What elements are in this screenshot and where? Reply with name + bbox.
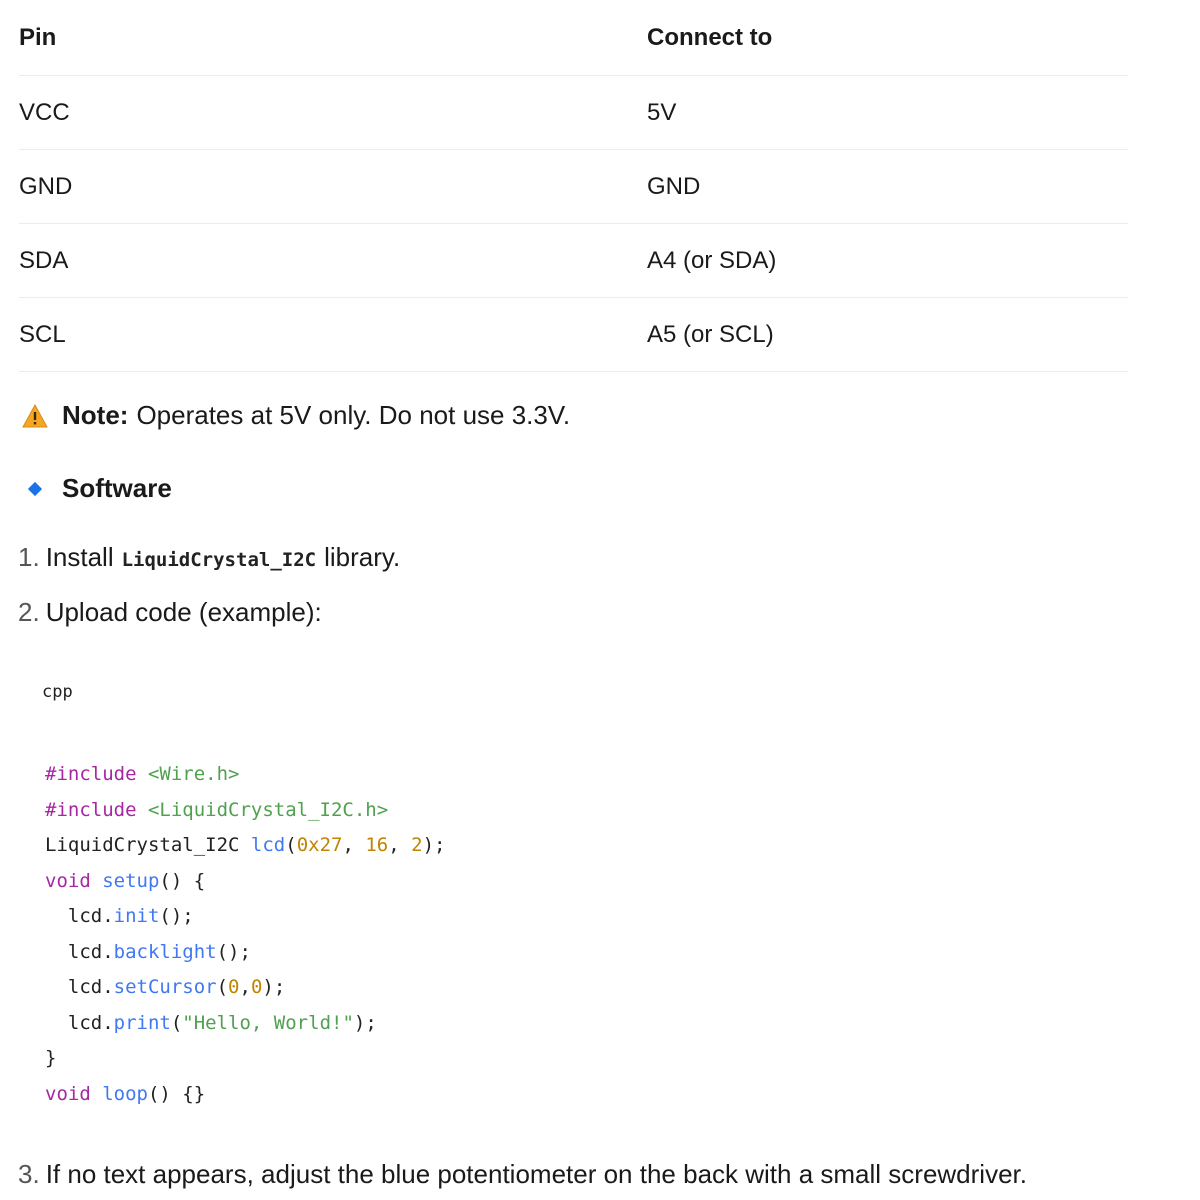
code-token: ,	[388, 834, 412, 856]
code-line: void loop() {}	[45, 1077, 445, 1113]
pin-cell: VCC	[19, 75, 647, 150]
step-text: Upload code (example):	[45, 597, 322, 627]
pin-cell: SCL	[19, 297, 647, 372]
code-lines: #include <Wire.h> #include <LiquidCrystal…	[45, 757, 445, 1112]
note-label: Note:	[62, 400, 129, 430]
code-token: <Wire.h>	[147, 763, 240, 785]
code-token: 0x27	[296, 834, 343, 856]
code-token: );	[262, 976, 286, 998]
code-token: ();	[159, 905, 194, 927]
code-line: lcd.print("Hello, World!");	[45, 1006, 445, 1042]
code-line: lcd.backlight();	[45, 935, 445, 971]
code-line: lcd.setCursor(0,0);	[45, 970, 445, 1006]
table-row: SDA A4 (or SDA)	[19, 223, 1128, 298]
code-token: lcd.	[45, 940, 114, 963]
code-token: loop	[102, 1082, 148, 1105]
code-line: LiquidCrystal_I2C lcd(0x27, 16, 2);	[45, 828, 445, 864]
code-token: LiquidCrystal_I2C	[45, 834, 251, 856]
code-token: );	[353, 1011, 377, 1034]
note-text: Operates at 5V only. Do not use 3.3V.	[136, 400, 571, 430]
code-token: () {}	[147, 1082, 206, 1105]
step-text: Install	[45, 542, 114, 572]
code-token: backlight	[113, 940, 217, 963]
code-token: 0	[228, 976, 240, 998]
code-token: #include	[45, 763, 148, 785]
code-language-label: cpp	[42, 682, 73, 702]
step-2: 2. Upload code (example):	[18, 597, 322, 628]
warning-icon	[22, 403, 48, 427]
table-row: VCC 5V	[19, 75, 1128, 150]
code-line: #include <Wire.h>	[45, 757, 445, 793]
section-heading-software: Software	[27, 473, 172, 504]
code-token: (	[216, 976, 229, 998]
code-token: ,	[239, 976, 251, 998]
pin-cell: GND	[19, 149, 647, 224]
code-block: cpp #include <Wire.h> #include <LiquidCry…	[18, 660, 1128, 1110]
code-token: lcd.	[45, 1011, 114, 1034]
step-text: If no text appears, adjust the blue pote…	[45, 1159, 1027, 1189]
code-token: void	[45, 869, 103, 892]
code-token: lcd	[250, 834, 286, 856]
step-number: 3.	[18, 1159, 40, 1189]
pin-table-header-row: Pin Connect to	[19, 0, 1128, 76]
pin-table-header-connect-to: Connect to	[647, 0, 1128, 76]
code-token: );	[422, 834, 446, 856]
connect-cell: A5 (or SCL)	[647, 297, 1128, 372]
code-token: #include	[45, 798, 148, 821]
code-token: "Hello, World!"	[182, 1011, 354, 1034]
code-token: init	[113, 905, 160, 927]
code-token: setup	[102, 869, 160, 892]
pin-table-header-pin: Pin	[19, 0, 647, 76]
code-token: }	[45, 1047, 57, 1069]
code-token: (	[170, 1011, 183, 1034]
step-text-after: library.	[324, 542, 401, 572]
connect-cell: GND	[647, 149, 1128, 224]
step-3: 3. If no text appears, adjust the blue po…	[18, 1159, 1027, 1190]
code-token: 16	[365, 834, 389, 856]
table-row: SCL A5 (or SCL)	[19, 297, 1128, 372]
code-token: (	[285, 834, 297, 856]
code-token: setCursor	[113, 976, 217, 998]
code-token: lcd.	[45, 905, 114, 927]
code-token: <LiquidCrystal_I2C.h>	[147, 798, 389, 821]
code-token: () {	[159, 869, 206, 892]
step-number: 1.	[18, 542, 40, 572]
connect-cell: A4 (or SDA)	[647, 223, 1128, 298]
code-line: lcd.init();	[45, 899, 445, 935]
code-token: ,	[342, 834, 366, 856]
diamond-icon	[27, 481, 43, 496]
code-line: void setup() {	[45, 864, 445, 900]
code-token: 0	[250, 976, 263, 998]
note-callout: Note: Operates at 5V only. Do not use 3.…	[22, 400, 570, 431]
step-number: 2.	[18, 597, 40, 627]
connect-cell: 5V	[647, 75, 1128, 150]
code-line: #include <LiquidCrystal_I2C.h>	[45, 793, 445, 829]
table-row: GND GND	[19, 149, 1128, 224]
step-1: 1. Install LiquidCrystal_I2C library.	[18, 542, 400, 573]
code-token: lcd.	[45, 976, 114, 998]
code-token: print	[113, 1011, 171, 1034]
code-token: 2	[411, 834, 423, 856]
code-token: void	[45, 1082, 103, 1105]
inline-code: LiquidCrystal_I2C	[121, 549, 317, 571]
pin-table: Pin Connect to VCC 5V GND GND SDA A4 (or…	[19, 0, 1128, 372]
code-line: }	[45, 1041, 445, 1077]
code-token: ();	[216, 940, 251, 963]
pin-cell: SDA	[19, 223, 647, 298]
section-title: Software	[62, 473, 172, 503]
